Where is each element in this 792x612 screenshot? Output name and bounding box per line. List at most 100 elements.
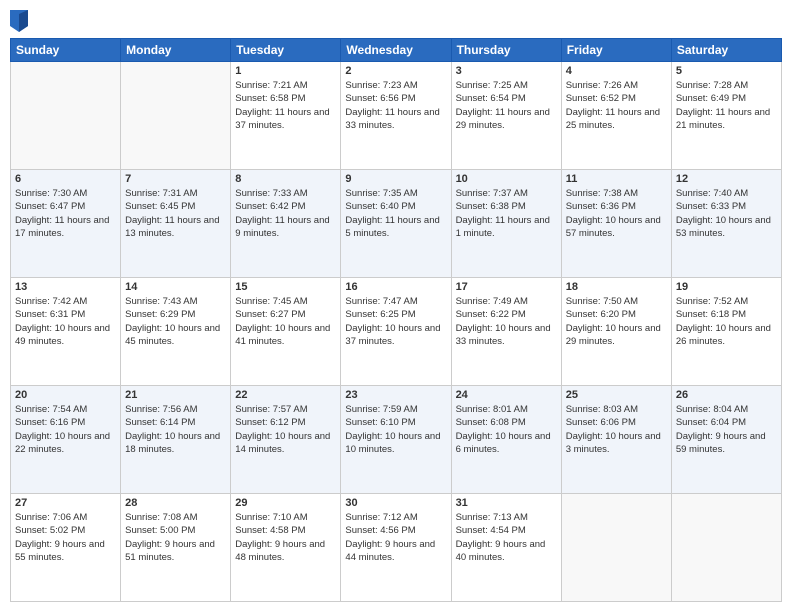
calendar-day-cell: 18Sunrise: 7:50 AMSunset: 6:20 PMDayligh… xyxy=(561,278,671,386)
sunrise-label: Sunrise: 7:49 AM xyxy=(456,296,528,307)
day-number: 28 xyxy=(125,497,226,509)
sunrise-label: Sunrise: 7:45 AM xyxy=(235,296,307,307)
day-number: 19 xyxy=(676,281,777,293)
daylight-label: Daylight: 10 hours and 37 minutes. xyxy=(345,323,440,347)
calendar-week-row: 27Sunrise: 7:06 AMSunset: 5:02 PMDayligh… xyxy=(11,494,782,602)
daylight-label: Daylight: 10 hours and 26 minutes. xyxy=(676,323,771,347)
calendar-day-header: Thursday xyxy=(451,39,561,62)
day-info: Sunrise: 7:35 AMSunset: 6:40 PMDaylight:… xyxy=(345,187,446,240)
calendar-day-cell: 1Sunrise: 7:21 AMSunset: 6:58 PMDaylight… xyxy=(231,62,341,170)
daylight-label: Daylight: 9 hours and 51 minutes. xyxy=(125,539,215,563)
sunrise-label: Sunrise: 7:31 AM xyxy=(125,188,197,199)
calendar-day-cell: 31Sunrise: 7:13 AMSunset: 4:54 PMDayligh… xyxy=(451,494,561,602)
day-info: Sunrise: 7:43 AM Sunset: 6:29 PM Daylight:… xyxy=(125,295,226,348)
calendar-day-header: Sunday xyxy=(11,39,121,62)
calendar-day-cell xyxy=(121,62,231,170)
day-info: Sunrise: 7:10 AM Sunset: 4:58 PM Daylight:… xyxy=(235,511,336,564)
sunrise-label: Sunrise: 7:06 AM xyxy=(15,512,87,523)
calendar-day-header: Friday xyxy=(561,39,671,62)
calendar-week-row: 6Sunrise: 7:30 AMSunset: 6:47 PMDaylight… xyxy=(11,170,782,278)
day-info: Sunrise: 7:23 AMSunset: 6:56 PMDaylight:… xyxy=(345,79,446,132)
sunset-label: Sunset: 6:18 PM xyxy=(676,309,746,320)
calendar-day-cell: 15Sunrise: 7:45 AMSunset: 6:27 PMDayligh… xyxy=(231,278,341,386)
calendar-day-cell: 29 Sunrise: 7:10 AM Sunset: 4:58 PM Dayligh… xyxy=(231,494,341,602)
sunrise-label: Sunrise: 7:59 AM xyxy=(345,404,417,415)
sunset-label: Sunset: 6:49 PM xyxy=(676,93,746,104)
sunrise-label: Sunrise: 7:50 AM xyxy=(566,296,638,307)
day-info: Sunrise: 8:01 AMSunset: 6:08 PMDaylight:… xyxy=(456,403,557,456)
calendar-day-header: Wednesday xyxy=(341,39,451,62)
header xyxy=(10,10,782,32)
sunset-label: Sunset: 6:42 PM xyxy=(235,201,305,212)
calendar-week-row: 1Sunrise: 7:21 AMSunset: 6:58 PMDaylight… xyxy=(11,62,782,170)
day-number: 27 xyxy=(15,497,116,509)
sunrise-label: Sunrise: 7:12 AM xyxy=(345,512,417,523)
day-info: Sunrise: 7:21 AMSunset: 6:58 PMDaylight:… xyxy=(235,79,336,132)
sunrise-label: Sunrise: 8:01 AM xyxy=(456,404,528,415)
calendar-day-cell: 6Sunrise: 7:30 AMSunset: 6:47 PMDaylight… xyxy=(11,170,121,278)
daylight-label: Daylight: 11 hours and 9 minutes. xyxy=(235,215,329,239)
calendar-day-cell: 7Sunrise: 7:31 AMSunset: 6:45 PMDaylight… xyxy=(121,170,231,278)
sunrise-label: Sunrise: 7:38 AM xyxy=(566,188,638,199)
calendar-day-cell: 28Sunrise: 7:08 AMSunset: 5:00 PMDayligh… xyxy=(121,494,231,602)
day-number: 10 xyxy=(456,173,557,185)
calendar-day-header: Tuesday xyxy=(231,39,341,62)
sunset-label: Sunset: 6:29 PM xyxy=(125,309,195,320)
day-info: Sunrise: 7:45 AM Sunset: 6:27 PM Daylight:… xyxy=(235,295,336,348)
sunset-label: Sunset: 5:00 PM xyxy=(125,525,195,536)
daylight-label: Daylight: 10 hours and 49 minutes. xyxy=(15,323,110,347)
day-number: 5 xyxy=(676,65,777,77)
calendar-week-row: 20Sunrise: 7:54 AMSunset: 6:16 PMDayligh… xyxy=(11,386,782,494)
calendar-day-cell: 16Sunrise: 7:47 AMSunset: 6:25 PMDayligh… xyxy=(341,278,451,386)
sunrise-label: Sunrise: 7:47 AM xyxy=(345,296,417,307)
daylight-label: Daylight: 11 hours and 17 minutes. xyxy=(15,215,109,239)
day-number: 11 xyxy=(566,173,667,185)
daylight-label: Daylight: 11 hours and 25 minutes. xyxy=(566,107,660,131)
sunrise-label: Sunrise: 7:37 AM xyxy=(456,188,528,199)
calendar-day-cell: 21Sunrise: 7:56 AMSunset: 6:14 PMDayligh… xyxy=(121,386,231,494)
calendar-day-cell: 2Sunrise: 7:23 AMSunset: 6:56 PMDaylight… xyxy=(341,62,451,170)
daylight-label: Daylight: 10 hours and 45 minutes. xyxy=(125,323,220,347)
daylight-label: Daylight: 10 hours and 41 minutes. xyxy=(235,323,330,347)
daylight-label: Daylight: 11 hours and 33 minutes. xyxy=(345,107,439,131)
day-info: Sunrise: 7:42 AMSunset: 6:31 PMDaylight:… xyxy=(15,295,116,348)
calendar-day-cell: 9Sunrise: 7:35 AMSunset: 6:40 PMDaylight… xyxy=(341,170,451,278)
daylight-label: Daylight: 10 hours and 53 minutes. xyxy=(676,215,771,239)
sunrise-label: Sunrise: 7:13 AM xyxy=(456,512,528,523)
sunset-label: Sunset: 6:45 PM xyxy=(125,201,195,212)
sunset-label: Sunset: 4:54 PM xyxy=(456,525,526,536)
sunset-label: Sunset: 6:12 PM xyxy=(235,417,305,428)
day-info: Sunrise: 7:26 AMSunset: 6:52 PMDaylight:… xyxy=(566,79,667,132)
day-number: 31 xyxy=(456,497,557,509)
sunset-label: Sunset: 6:47 PM xyxy=(15,201,85,212)
calendar-day-cell: 17Sunrise: 7:49 AMSunset: 6:22 PMDayligh… xyxy=(451,278,561,386)
day-info: Sunrise: 7:59 AMSunset: 6:10 PMDaylight:… xyxy=(345,403,446,456)
day-number: 29 xyxy=(235,497,336,509)
sunset-label: Sunset: 6:08 PM xyxy=(456,417,526,428)
sunset-label: Sunset: 4:58 PM xyxy=(235,525,305,536)
day-number: 20 xyxy=(15,389,116,401)
day-number: 4 xyxy=(566,65,667,77)
calendar-table: SundayMondayTuesdayWednesdayThursdayFrid… xyxy=(10,38,782,602)
daylight-label: Daylight: 10 hours and 10 minutes. xyxy=(345,431,440,455)
sunset-label: Sunset: 6:33 PM xyxy=(676,201,746,212)
day-info: Sunrise: 7:57 AMSunset: 6:12 PMDaylight:… xyxy=(235,403,336,456)
sunrise-label: Sunrise: 7:25 AM xyxy=(456,80,528,91)
daylight-label: Daylight: 11 hours and 37 minutes. xyxy=(235,107,329,131)
sunrise-label: Sunrise: 7:43 AM xyxy=(125,296,197,307)
calendar-day-cell: 5Sunrise: 7:28 AMSunset: 6:49 PMDaylight… xyxy=(671,62,781,170)
daylight-label: Daylight: 11 hours and 1 minute. xyxy=(456,215,550,239)
day-info: Sunrise: 7:47 AMSunset: 6:25 PMDaylight:… xyxy=(345,295,446,348)
sunset-label: Sunset: 6:16 PM xyxy=(15,417,85,428)
daylight-label: Daylight: 10 hours and 18 minutes. xyxy=(125,431,220,455)
sunrise-label: Sunrise: 7:10 AM xyxy=(235,512,307,523)
sunset-label: Sunset: 6:27 PM xyxy=(235,309,305,320)
day-number: 23 xyxy=(345,389,446,401)
daylight-label: Daylight: 10 hours and 29 minutes. xyxy=(566,323,661,347)
daylight-label: Daylight: 9 hours and 55 minutes. xyxy=(15,539,105,563)
daylight-label: Daylight: 9 hours and 48 minutes. xyxy=(235,539,325,563)
sunset-label: Sunset: 6:14 PM xyxy=(125,417,195,428)
day-info: Sunrise: 7:40 AMSunset: 6:33 PMDaylight:… xyxy=(676,187,777,240)
calendar-day-header: Saturday xyxy=(671,39,781,62)
sunrise-label: Sunrise: 8:04 AM xyxy=(676,404,748,415)
